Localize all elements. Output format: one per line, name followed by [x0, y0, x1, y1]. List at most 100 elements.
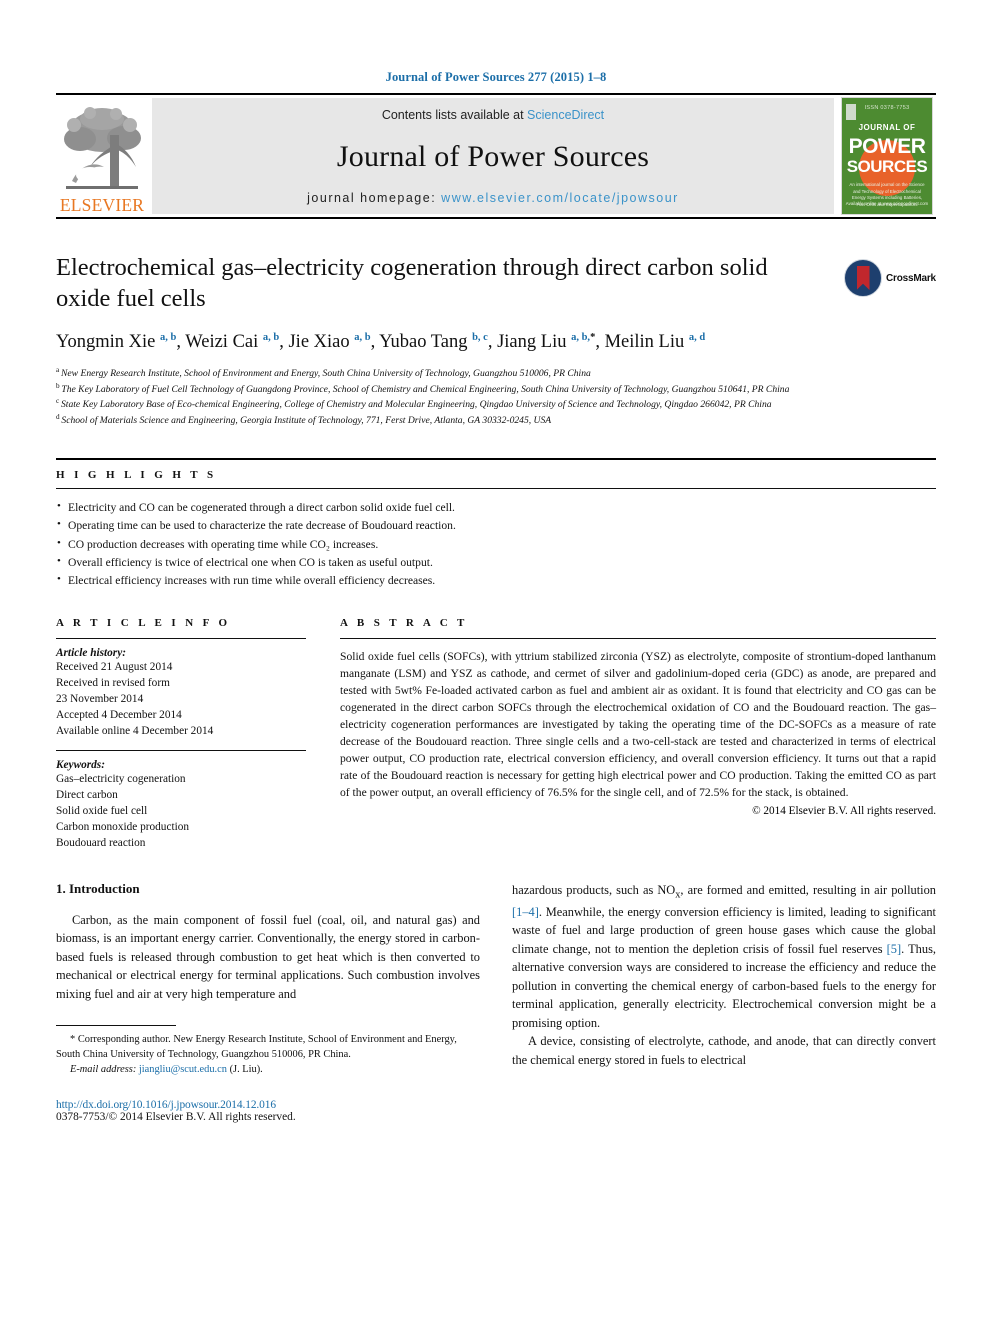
affiliation-text: New Energy Research Institute, School of…	[61, 367, 591, 379]
email-line: E-mail address: jiangliu@scut.edu.cn (J.…	[56, 1062, 480, 1077]
intro-right-text-c: . Meanwhile, the energy conversion effic…	[512, 904, 936, 956]
crossmark-ribbon-shape	[856, 266, 870, 290]
journal-cover-thumbnail[interactable]: ISSN 0378-7753 JOURNAL OF POWER SOURCES …	[838, 95, 936, 217]
abstract-heading: A B S T R A C T	[340, 616, 468, 629]
article-history-line: 23 November 2014	[56, 692, 144, 705]
author-affiliation-marker: a, b	[354, 331, 371, 343]
author-affiliation-marker: b, c	[472, 331, 488, 343]
author-affiliation-marker: a, b,	[571, 331, 591, 343]
article-info-column: A R T I C L E I N F O Article history: R…	[56, 617, 328, 851]
page-title: Electrochemical gas–electricity cogenera…	[56, 254, 768, 312]
email-link[interactable]: jiangliu@scut.edu.cn	[139, 1064, 227, 1075]
cover-sources: SOURCES	[846, 157, 928, 176]
author-name: Weizi Cai	[185, 331, 263, 352]
body-column-left: 1. Introduction Carbon, as the main comp…	[56, 880, 480, 1123]
journal-homepage-link[interactable]: www.elsevier.com/locate/jpowsour	[441, 191, 679, 205]
reference-link-5[interactable]: [5]	[887, 942, 901, 956]
running-head: Journal of Power Sources 277 (2015) 1–8	[385, 70, 607, 84]
article-page: Journal of Power Sources 277 (2015) 1–8	[0, 0, 992, 1323]
highlight-item: Electrical efficiency increases with run…	[56, 571, 936, 590]
author-name: Yubao Tang	[379, 331, 473, 352]
sciencedirect-link[interactable]: ScienceDirect	[527, 108, 604, 122]
affiliation: b The Key Laboratory of Fuel Cell Techno…	[56, 381, 936, 397]
highlight-item: CO production decreases with operating t…	[56, 535, 936, 554]
introduction-heading: 1. Introduction	[56, 880, 140, 896]
article-history-line: Available online 4 December 2014	[56, 724, 214, 737]
crossmark-label: CrossMark	[886, 272, 936, 284]
crossmark-badge[interactable]: CrossMark	[844, 255, 936, 301]
article-history-block: Article history: Received 21 August 2014…	[56, 639, 306, 739]
cover-footer: Available online at www.sciencedirect.co…	[845, 201, 929, 206]
elsevier-tree-icon	[60, 105, 144, 197]
intro-right-text-b: , are formed and emitted, resulting in a…	[680, 882, 936, 897]
body-columns: 1. Introduction Carbon, as the main comp…	[56, 880, 936, 1124]
affiliation: d School of Materials Science and Engine…	[56, 412, 936, 428]
cover-journal-of: JOURNAL OF	[858, 123, 916, 132]
crossmark-icon	[844, 259, 882, 297]
homepage-prefix: journal homepage:	[307, 191, 442, 205]
masthead-center: Contents lists available at ScienceDirec…	[152, 98, 834, 214]
author-name: Meilin Liu	[604, 331, 689, 352]
author-affiliation-marker: a, d	[688, 331, 706, 343]
cover-issn: ISSN 0378-7753	[864, 105, 910, 111]
keywords-block: Keywords: Gas–electricity cogeneration Di…	[56, 751, 306, 851]
abstract-text: Solid oxide fuel cells (SOFCs), with ytt…	[340, 649, 936, 799]
intro-paragraph-1-continued: hazardous products, such as NOx, are for…	[512, 881, 936, 1032]
author-name: Yongmin Xie	[56, 331, 160, 352]
author-name: Jiang Liu	[497, 331, 572, 352]
reference-link-1-4[interactable]: [1–4]	[512, 905, 539, 919]
author-affiliation-marker: a, b	[160, 331, 177, 343]
corresponding-author-marker: *	[590, 331, 596, 343]
info-abstract-section: A R T I C L E I N F O Article history: R…	[56, 617, 936, 851]
author-affiliation-marker: a, b	[262, 331, 280, 343]
highlights-items: Electricity and CO can be cogenerated th…	[56, 489, 936, 591]
keyword-item: Gas–electricity cogeneration	[56, 772, 186, 785]
body-column-right: hazardous products, such as NOx, are for…	[512, 881, 936, 1124]
article-history-line: Accepted 4 December 2014	[56, 708, 182, 721]
journal-title: Journal of Power Sources	[336, 139, 650, 173]
elsevier-logo: ELSEVIER	[56, 95, 148, 217]
journal-masthead: ELSEVIER Contents lists available at Sci…	[56, 93, 936, 219]
contents-prefix: Contents lists available at	[381, 108, 528, 122]
elsevier-wordmark: ELSEVIER	[59, 194, 145, 215]
intro-paragraph-1: Carbon, as the main component of fossil …	[56, 912, 480, 1001]
article-history-line: Received 21 August 2014	[56, 660, 173, 673]
intro-paragraph-2: A device, consisting of electrolyte, cat…	[512, 1034, 936, 1067]
keyword-item: Carbon monoxide production	[56, 820, 190, 833]
email-label: E-mail address:	[70, 1064, 137, 1076]
issn-copyright-line: 0378-7753/© 2014 Elsevier B.V. All right…	[56, 1111, 296, 1124]
keywords-label: Keywords:	[56, 758, 105, 771]
highlight-item: Operating time can be used to characteri…	[56, 516, 936, 535]
footnote-star: *	[70, 1034, 76, 1046]
author-name: Jie Xiao	[288, 331, 355, 352]
keyword-item: Boudouard reaction	[56, 836, 146, 849]
cover-power: POWER	[848, 135, 926, 158]
affiliation-list: a New Energy Research Institute, School …	[56, 365, 936, 428]
author-list: Yongmin Xie a, b, Weizi Cai a, b, Jie Xi…	[56, 331, 706, 352]
highlight-item: Electricity and CO can be cogenerated th…	[56, 498, 936, 517]
affiliation: a New Energy Research Institute, School …	[56, 365, 936, 381]
abstract-copyright: © 2014 Elsevier B.V. All rights reserved…	[752, 804, 936, 817]
affiliation-text: The Key Laboratory of Fuel Cell Technolo…	[61, 383, 790, 395]
affiliation-text: State Key Laboratory Base of Eco-chemica…	[61, 399, 772, 411]
journal-homepage-line: journal homepage: www.elsevier.com/locat…	[307, 191, 679, 205]
highlights-heading: H I G H L I G H T S	[56, 468, 217, 481]
cover-image: ISSN 0378-7753 JOURNAL OF POWER SOURCES …	[841, 97, 933, 215]
contents-list-line: Contents lists available at ScienceDirec…	[382, 108, 604, 122]
abstract-column: A B S T R A C T Solid oxide fuel cells (…	[328, 617, 936, 851]
intro-right-text-a: hazardous products, such as NO	[512, 882, 676, 897]
doi-link[interactable]: http://dx.doi.org/10.1016/j.jpowsour.201…	[56, 1099, 480, 1111]
affiliation-text: School of Materials Science and Engineer…	[61, 415, 552, 427]
affiliation: c State Key Laboratory Base of Eco-chemi…	[56, 396, 936, 412]
article-info-heading: A R T I C L E I N F O	[56, 616, 231, 629]
article-history-line: Received in revised form	[56, 676, 170, 689]
corresponding-author-text: Corresponding author. New Energy Researc…	[56, 1034, 457, 1061]
article-history-label: Article history:	[56, 646, 126, 659]
title-block: Electrochemical gas–electricity cogenera…	[56, 253, 936, 428]
corresponding-author-line: * Corresponding author. New Energy Resea…	[56, 1032, 480, 1062]
doi-block: http://dx.doi.org/10.1016/j.jpowsour.201…	[56, 1099, 480, 1123]
email-suffix: (J. Liu).	[229, 1064, 263, 1076]
corresponding-author-footnote: * Corresponding author. New Energy Resea…	[56, 1025, 480, 1077]
keyword-item: Solid oxide fuel cell	[56, 804, 148, 817]
highlight-item: Overall efficiency is twice of electrica…	[56, 553, 936, 572]
